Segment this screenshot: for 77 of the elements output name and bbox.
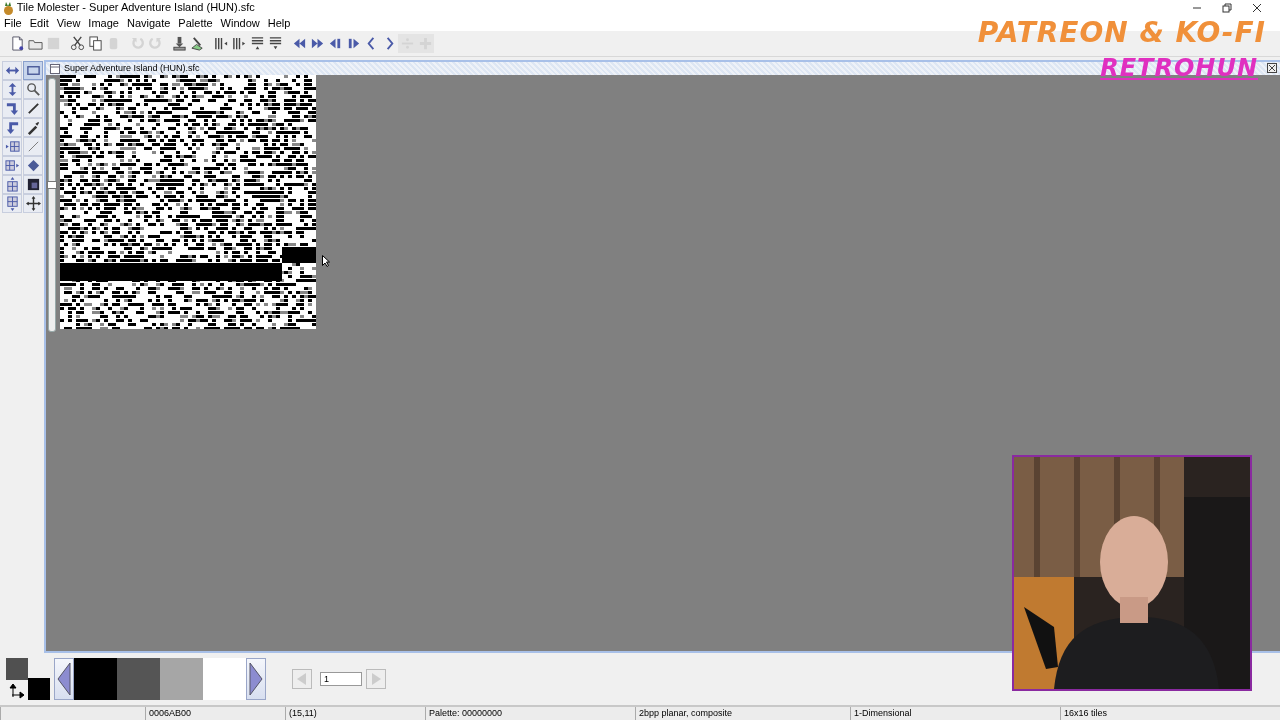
grid-arrow-icon — [4, 158, 20, 173]
palette-swatch[interactable] — [74, 658, 117, 700]
overlay-text: RETROHUN — [1100, 54, 1258, 82]
bent-arrow-icon — [4, 120, 20, 135]
new-file-icon — [9, 36, 25, 51]
restore-icon[interactable] — [1221, 1, 1233, 14]
toolbar-button[interactable] — [86, 34, 104, 53]
tool-button[interactable] — [23, 175, 43, 194]
menu-item[interactable]: File — [0, 15, 26, 31]
tray-arrow-icon — [171, 36, 187, 51]
bent-arrow-icon — [4, 101, 20, 116]
swap-arrows-icon[interactable] — [9, 683, 25, 700]
document-icon — [50, 63, 60, 74]
rows-arrow-icon — [249, 36, 265, 51]
menu-item[interactable]: Help — [263, 15, 295, 31]
menu-item[interactable]: Navigate — [122, 15, 175, 31]
slider-thumb[interactable] — [47, 181, 57, 190]
copy-icon — [87, 36, 103, 51]
left-triangle-icon — [296, 672, 308, 686]
columns-arrow-icon — [231, 36, 247, 51]
redo-icon — [147, 36, 163, 51]
plus-icon — [417, 36, 433, 51]
status-cell: 16x16 tiles — [1060, 707, 1280, 720]
rows-arrow-icon — [267, 36, 283, 51]
dropper-icon — [25, 120, 41, 135]
palette-swatch[interactable] — [203, 658, 246, 700]
tile-canvas[interactable] — [60, 75, 316, 329]
pencil-icon — [25, 101, 41, 116]
bar-left-arrow-icon — [327, 36, 343, 51]
grid-arrow-icon — [4, 139, 20, 154]
status-cell: 0006AB00 — [145, 707, 285, 720]
menu-item[interactable]: Image — [84, 15, 123, 31]
grid-arrow-icon — [4, 177, 20, 192]
menu-item[interactable]: View — [52, 15, 85, 31]
brush-icon — [189, 36, 205, 51]
grid-arrow-icon — [4, 196, 20, 211]
status-cell: (15,11) — [285, 707, 425, 720]
status-cell: Palette: 00000000 — [425, 707, 635, 720]
palette-swatch[interactable] — [117, 658, 160, 700]
swatch-icon — [25, 177, 41, 192]
left-triangle-icon — [57, 662, 71, 696]
mouse-pointer-icon — [322, 255, 330, 268]
toolbar-button[interactable] — [170, 34, 188, 53]
toolbar-button[interactable] — [68, 34, 86, 53]
menu-item[interactable]: Palette — [174, 15, 217, 31]
page-field[interactable]: 1 — [320, 672, 362, 686]
tool-button[interactable] — [23, 99, 43, 118]
palette-swatch[interactable] — [160, 658, 203, 700]
close-icon[interactable] — [1251, 1, 1263, 14]
foreground-swatch[interactable] — [6, 658, 28, 680]
columns-arrow-icon — [213, 36, 229, 51]
window-title: Tile Molester - Super Adventure Island (HUN).sfc — [16, 0, 255, 16]
right-triangle-icon — [249, 662, 263, 696]
background-swatch[interactable] — [28, 678, 50, 700]
tool-button[interactable] — [23, 118, 43, 137]
scissors-icon — [69, 36, 85, 51]
toolbar-button[interactable] — [188, 34, 206, 53]
close-icon[interactable] — [1267, 63, 1277, 74]
divide-icon — [399, 36, 415, 51]
right-triangle-icon — [370, 672, 382, 686]
menu-item[interactable]: Window — [216, 15, 264, 31]
palette-right-button[interactable] — [246, 658, 266, 700]
double-left-arrow-icon — [291, 36, 307, 51]
magnifier-icon — [25, 82, 41, 97]
palette-left-button[interactable] — [54, 658, 74, 700]
move-arrows-icon — [25, 196, 41, 211]
tool-button[interactable] — [23, 194, 43, 213]
rectangle-icon — [25, 63, 41, 78]
status-cell: 2bpp planar, composite — [635, 707, 850, 720]
status-cell: 1-Dimensional — [850, 707, 1060, 720]
double-right-arrow-icon — [309, 36, 325, 51]
document-title: Super Adventure Island (HUN).sfc — [64, 61, 200, 75]
pineapple-icon — [3, 1, 14, 15]
tool-button[interactable] — [23, 80, 43, 99]
overlay-text: PATREON & KO-FI — [977, 16, 1266, 49]
undo-icon — [129, 36, 145, 51]
menu-item[interactable]: Edit — [25, 15, 53, 31]
